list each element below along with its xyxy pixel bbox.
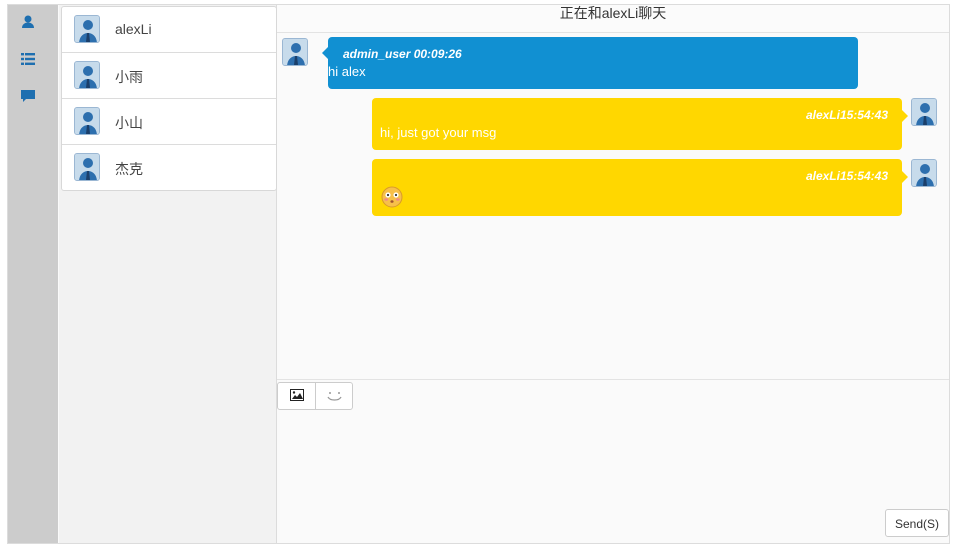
bubble-arrow <box>902 171 908 183</box>
avatar <box>74 61 100 89</box>
insert-image-button[interactable] <box>278 383 315 409</box>
chat-title: 正在和alexLi聊天 <box>277 5 949 33</box>
avatar <box>74 153 100 181</box>
message-meta: alexLi15:54:43 <box>805 169 888 183</box>
contacts-panel: alexLi 小雨 小山 杰克 <box>59 5 277 543</box>
message-composer[interactable]: Send(S) <box>277 412 949 543</box>
chat-panel: 正在和alexLi聊天 admin_user 00:09:26 hi alex … <box>277 5 949 543</box>
avatar <box>74 107 100 135</box>
avatar <box>911 159 937 187</box>
message-text: hi, just got your msg <box>380 125 497 140</box>
message-list: admin_user 00:09:26 hi alex alexLi15:54:… <box>277 33 949 379</box>
contact-name: alexLi <box>115 21 152 37</box>
avatar <box>282 38 308 66</box>
user-icon[interactable] <box>20 14 36 30</box>
flushed-face-emoji <box>381 186 403 211</box>
nav-rail <box>8 5 58 543</box>
bubble-arrow <box>902 110 908 122</box>
message-text: hi alex <box>328 64 366 79</box>
toolbar-button-group <box>277 382 353 410</box>
contact-name: 小雨 <box>115 69 143 85</box>
contact-name: 小山 <box>115 115 143 131</box>
message-bubble: alexLi15:54:43 <box>372 159 908 216</box>
chat-bubble-icon[interactable] <box>20 88 36 104</box>
contact-item[interactable]: 小雨 <box>62 53 276 99</box>
avatar <box>74 15 100 43</box>
contact-item[interactable]: 小山 <box>62 99 276 145</box>
contact-name: 杰克 <box>115 161 143 177</box>
bubble-arrow <box>322 47 328 59</box>
send-button[interactable]: Send(S) <box>885 509 949 537</box>
contact-list: alexLi 小雨 小山 杰克 <box>61 6 277 191</box>
avatar <box>911 98 937 126</box>
list-icon[interactable] <box>20 51 36 67</box>
message-bubble: admin_user 00:09:26 hi alex <box>322 37 858 89</box>
contact-item[interactable]: 杰克 <box>62 145 276 190</box>
contact-item[interactable]: alexLi <box>62 7 276 53</box>
message-meta: alexLi15:54:43 <box>805 108 888 122</box>
message-bubble: alexLi15:54:43 hi, just got your msg <box>372 98 908 150</box>
composer-toolbar <box>277 379 949 413</box>
smiley-icon[interactable] <box>315 383 353 409</box>
message-meta: admin_user 00:09:26 <box>343 47 462 61</box>
